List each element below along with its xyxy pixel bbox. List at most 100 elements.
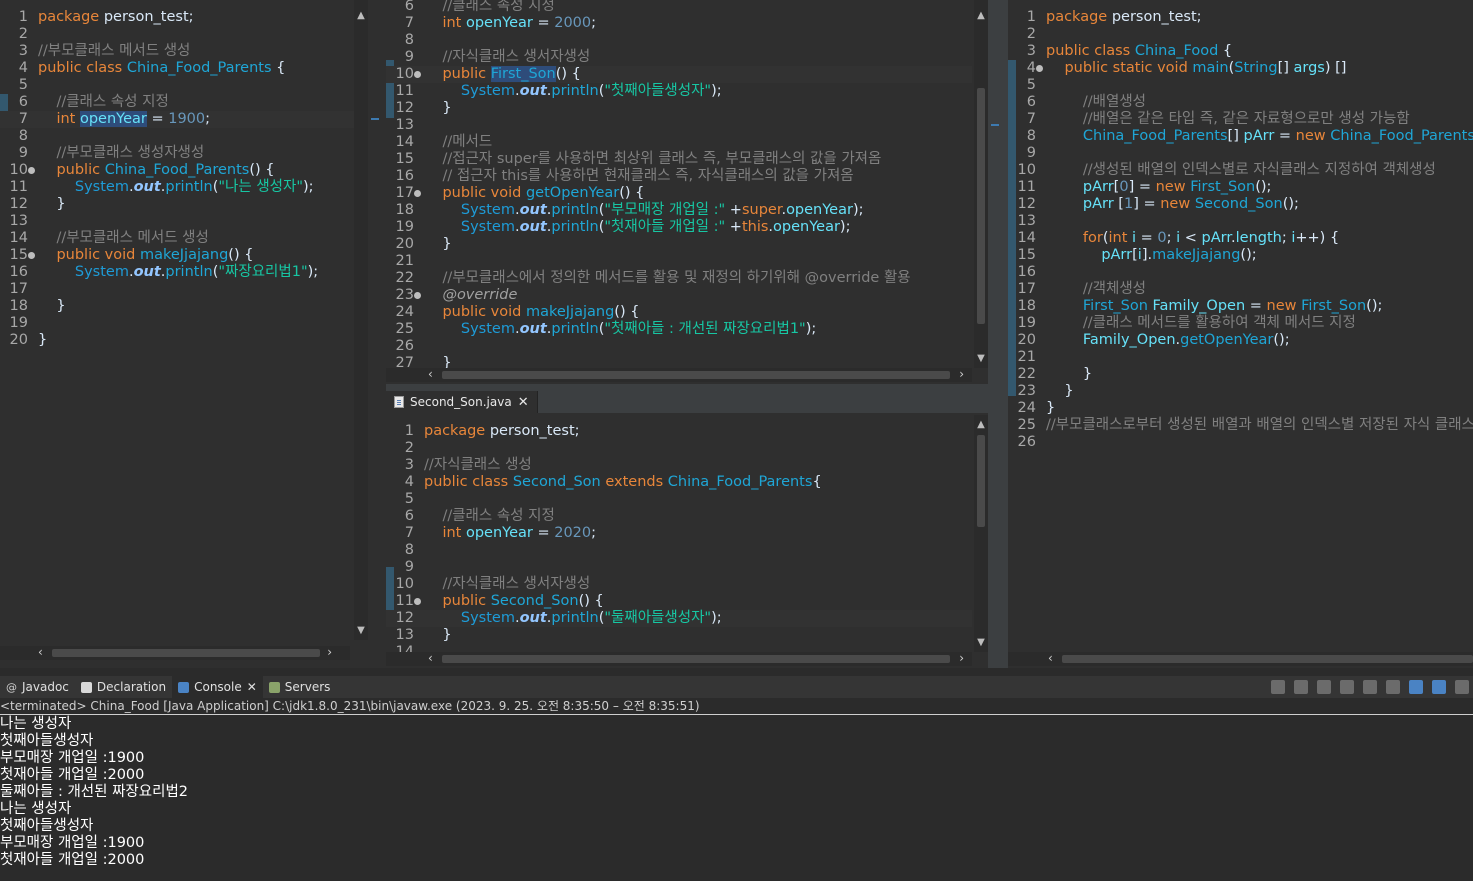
scroll-thumb[interactable] <box>442 371 950 379</box>
vertical-scrollbar[interactable]: ▲ ▼ <box>354 0 368 640</box>
terminate-icon[interactable] <box>1271 680 1285 694</box>
code-line[interactable]: 6 //클래스 속성 지정 <box>386 0 972 15</box>
code-line[interactable]: 13 <box>1008 213 1473 230</box>
code-line[interactable]: 21 <box>386 253 972 270</box>
clear-console-icon[interactable] <box>1340 680 1354 694</box>
code-line[interactable]: 9 //부모클래스 생성자생성 <box>0 145 354 162</box>
code-line[interactable]: 20 } <box>386 236 972 253</box>
code-line[interactable]: 20} <box>0 332 354 349</box>
code-line[interactable]: 7 int openYear = 1900; <box>0 111 354 128</box>
code-line[interactable]: 18 } <box>0 298 354 315</box>
code-line[interactable]: 18 System.out.println("부모매장 개업일 :" +supe… <box>386 202 972 219</box>
horizontal-scrollbar[interactable]: ‹ › <box>386 651 972 666</box>
code-line[interactable]: 5 <box>1008 77 1473 94</box>
remove-launch-icon[interactable] <box>1294 680 1308 694</box>
scroll-thumb[interactable] <box>1062 655 1473 663</box>
scroll-thumb[interactable] <box>442 655 950 663</box>
code-editor-left[interactable]: 1 package person_test; 2 3 //부모클래스 메서드 생성 4 pu… <box>0 0 354 654</box>
code-line[interactable]: 7 //배열은 같은 타입 즉, 같은 자료형으로만 생성 가능함 <box>1008 111 1473 128</box>
tab-servers[interactable]: Servers <box>263 676 337 698</box>
code-line[interactable]: 26 <box>1008 434 1473 451</box>
code-editor-second-son[interactable]: 1 package person_test; 2 3 //자식클래스 생성 4 public… <box>386 415 972 660</box>
code-line[interactable]: 2 <box>386 440 972 457</box>
code-line[interactable]: 13 <box>386 117 972 134</box>
code-line[interactable]: 17 <box>0 281 354 298</box>
code-line[interactable]: 11 public Second_Son() { <box>386 593 972 610</box>
scroll-right-icon[interactable]: › <box>959 367 964 381</box>
scroll-lock-icon[interactable] <box>1363 680 1377 694</box>
code-line[interactable]: 6 //클래스 속성 지정 <box>0 94 354 111</box>
open-console-icon[interactable] <box>1455 680 1469 694</box>
code-line[interactable]: 18 First_Son Family_Open = new First_Son… <box>1008 298 1473 315</box>
scroll-up-icon[interactable]: ▲ <box>975 10 987 21</box>
code-line[interactable]: 19 System.out.println("첫재아들 개업일 :" +this… <box>386 219 972 236</box>
close-icon[interactable]: ✕ <box>518 395 529 410</box>
code-line[interactable]: 25 //부모클래스로부터 생성된 배열과 배열의 인덱스별 저장된 자식 클래스… <box>1008 417 1473 434</box>
code-line[interactable]: 11 System.out.println("첫째아들생성자"); <box>386 83 972 100</box>
horizontal-scrollbar[interactable]: ‹ › <box>386 367 972 382</box>
code-line[interactable]: 5 <box>0 77 354 94</box>
horizontal-scrollbar[interactable]: ‹ › <box>0 645 350 660</box>
code-line[interactable]: 19 <box>0 315 354 332</box>
code-line[interactable]: 12 pArr [1] = new Second_Son(); <box>1008 196 1473 213</box>
code-line[interactable]: 1 package person_test; <box>386 423 972 440</box>
code-line[interactable]: 2 <box>0 26 354 43</box>
scroll-down-icon[interactable]: ▼ <box>975 637 987 648</box>
code-line[interactable]: 26 <box>386 338 972 355</box>
scroll-up-icon[interactable]: ▲ <box>975 419 987 430</box>
show-on-error-icon[interactable] <box>1432 680 1446 694</box>
tab-second-son[interactable]: Second_Son.java ✕ <box>386 391 538 413</box>
code-line[interactable]: 16 // 접근자 this를 사용하면 현재클래스 즉, 자식클래스의 값을 … <box>386 168 972 185</box>
fold-toggle-icon[interactable] <box>1036 65 1043 72</box>
scroll-thumb[interactable] <box>977 435 985 527</box>
code-line[interactable]: 5 <box>386 491 972 508</box>
code-line[interactable]: 14 //메서드 <box>386 134 972 151</box>
scroll-left-icon[interactable]: ‹ <box>38 645 43 659</box>
pane-divider[interactable] <box>368 0 386 668</box>
tab-declaration[interactable]: Declaration <box>75 676 172 698</box>
scroll-thumb[interactable] <box>52 649 320 657</box>
scroll-right-icon[interactable]: › <box>327 645 332 659</box>
code-line[interactable]: 19 //클래스 메서드를 활용하여 객체 메서드 지정 <box>1008 315 1473 332</box>
code-line[interactable]: 7 int openYear = 2020; <box>386 525 972 542</box>
code-line[interactable]: 13 <box>0 213 354 230</box>
code-line[interactable]: 17 //객체생성 <box>1008 281 1473 298</box>
code-line[interactable]: 9 //자식클래스 생서자생성 <box>386 49 972 66</box>
scroll-down-icon[interactable]: ▼ <box>975 353 987 364</box>
code-line[interactable]: 24 public void makeJjajang() { <box>386 304 972 321</box>
code-line[interactable]: 15 public void makeJjajang() { <box>0 247 354 264</box>
code-line[interactable]: 8 China_Food_Parents[] pArr = new China_… <box>1008 128 1473 145</box>
code-line[interactable]: 12 System.out.println("둘째아들생성자"); <box>386 610 972 627</box>
code-line[interactable]: 20 Family_Open.getOpenYear(); <box>1008 332 1473 349</box>
code-line[interactable]: 10 //생성된 배열의 인덱스별로 자식클래스 지정하여 객체생성 <box>1008 162 1473 179</box>
word-wrap-icon[interactable] <box>1386 680 1400 694</box>
code-line[interactable]: 8 <box>386 542 972 559</box>
code-editor-china-food[interactable]: 1 package person_test; 2 3 public class Chin… <box>1008 0 1473 654</box>
code-line[interactable]: 12 } <box>386 100 972 117</box>
code-line[interactable]: 8 <box>0 128 354 145</box>
code-line[interactable]: 2 <box>1008 26 1473 43</box>
code-line[interactable]: 6 //배열생성 <box>1008 94 1473 111</box>
code-line[interactable]: 9 <box>1008 145 1473 162</box>
close-icon[interactable]: ✕ <box>247 680 257 694</box>
code-line[interactable]: 16 System.out.println("짜장요리법1"); <box>0 264 354 281</box>
code-line[interactable]: 23 @override <box>386 287 972 304</box>
pane-divider[interactable] <box>1002 0 1008 668</box>
code-line[interactable]: 22 } <box>1008 366 1473 383</box>
scroll-left-icon[interactable]: ‹ <box>428 367 433 381</box>
code-line[interactable]: 24} <box>1008 400 1473 417</box>
code-line[interactable]: 22 //부모클래스에서 정의한 메서드를 활용 및 재정의 하기위해 @ove… <box>386 270 972 287</box>
code-line[interactable]: 4 public class China_Food_Parents { <box>0 60 354 77</box>
scroll-down-icon[interactable]: ▼ <box>355 625 367 636</box>
code-line[interactable]: 15 //접근자 super를 사용하면 최상위 클래스 즉, 부모클래스의 값… <box>386 151 972 168</box>
fold-toggle-icon[interactable] <box>414 598 421 605</box>
code-line[interactable]: 25 System.out.println("첫째아들 : 개선된 짜장요리법1… <box>386 321 972 338</box>
fold-toggle-icon[interactable] <box>414 71 421 78</box>
code-line[interactable]: 4 public class Second_Son extends China_F… <box>386 474 972 491</box>
code-line[interactable]: 3 //부모클래스 메서드 생성 <box>0 43 354 60</box>
code-line[interactable]: 23 } <box>1008 383 1473 400</box>
pane-divider[interactable] <box>386 384 1002 391</box>
code-line[interactable]: 8 <box>386 32 972 49</box>
scroll-left-icon[interactable]: ‹ <box>1048 651 1053 665</box>
scroll-left-icon[interactable]: ‹ <box>428 651 433 665</box>
